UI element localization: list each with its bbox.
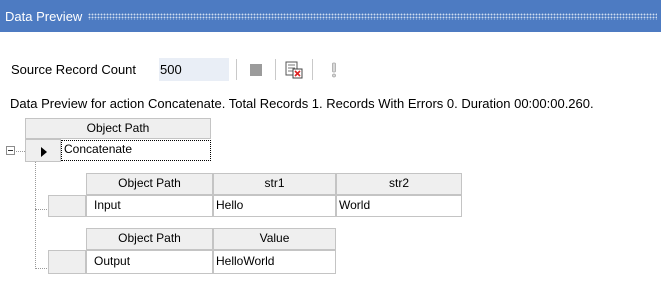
current-row-arrow-icon [41, 147, 47, 157]
tree-connector [35, 162, 36, 269]
panel-title: Data Preview [5, 8, 83, 24]
output-cell-value[interactable]: HelloWorld [213, 250, 336, 274]
collapse-icon[interactable] [6, 146, 15, 155]
preview-errors-button[interactable] [283, 59, 305, 81]
title-grip[interactable] [88, 12, 657, 20]
exclamation-button[interactable] [323, 59, 345, 81]
toolbar: Source Record Count [0, 32, 661, 90]
source-record-count-input[interactable] [159, 58, 229, 81]
source-record-count-label: Source Record Count [11, 62, 137, 77]
input-column-header-str1[interactable]: str1 [213, 173, 336, 195]
input-column-header-object-path[interactable]: Object Path [86, 173, 213, 195]
output-cell-object-path[interactable]: Output [86, 250, 213, 274]
root-row-object-path[interactable]: Concatenate [61, 140, 211, 161]
stop-button[interactable] [245, 59, 267, 81]
exclamation-icon [332, 62, 336, 78]
panel-title-bar: Data Preview [0, 0, 661, 32]
output-column-header-value[interactable]: Value [213, 228, 336, 250]
input-cell-str1[interactable]: Hello [213, 195, 336, 217]
toolbar-separator [236, 59, 237, 80]
input-column-header-str2[interactable]: str2 [336, 173, 462, 195]
input-cell-object-path[interactable]: Input [86, 195, 213, 217]
status-text: Data Preview for action Concatenate. Tot… [10, 96, 594, 111]
input-row-header[interactable] [48, 195, 86, 217]
root-column-header-object-path[interactable]: Object Path [25, 118, 211, 139]
input-cell-str2[interactable]: World [336, 195, 462, 217]
tree-connector [35, 268, 49, 269]
tree-connector [16, 151, 25, 152]
toolbar-separator [312, 59, 313, 80]
output-column-header-object-path[interactable]: Object Path [86, 228, 213, 250]
output-row-header[interactable] [48, 250, 86, 274]
tree-connector [35, 209, 49, 210]
stop-icon [250, 64, 262, 76]
toolbar-separator [275, 59, 276, 80]
preview-errors-icon [285, 61, 303, 79]
